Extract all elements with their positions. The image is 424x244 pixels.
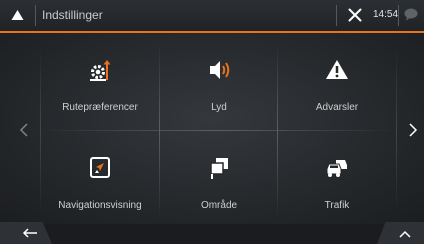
- tile-route-preferences[interactable]: Rutepræferencer: [41, 33, 159, 129]
- chevron-right-icon[interactable]: [401, 118, 424, 142]
- tile-label: Lyd: [211, 102, 227, 113]
- menu-up-button[interactable]: [0, 0, 35, 31]
- grid-divider: [396, 47, 397, 215]
- tile-label: Trafik: [324, 200, 350, 211]
- tile-warnings[interactable]: Advarsler: [278, 33, 396, 129]
- tile-label: Advarsler: [315, 102, 359, 113]
- page-title: Indstillinger: [42, 8, 103, 22]
- arrow-left-icon: [22, 228, 37, 238]
- chevron-left-icon[interactable]: [12, 118, 36, 142]
- tile-region[interactable]: Område: [160, 131, 278, 227]
- tile-label: Område: [200, 200, 238, 211]
- map-view-icon: [90, 157, 110, 178]
- title-divider: [35, 5, 36, 26]
- traffic-icon: [326, 160, 347, 177]
- top-bar: Indstillinger 14:54: [0, 0, 424, 31]
- tile-label: Rutepræferencer: [62, 102, 138, 113]
- satellite-icon: [348, 8, 362, 22]
- bottom-bar: [0, 224, 424, 244]
- status-divider: [336, 5, 337, 26]
- chevron-up-icon: [399, 230, 411, 238]
- warning-icon: [326, 60, 348, 79]
- triangle-up-icon: [11, 10, 24, 20]
- map-region-icon: [210, 158, 228, 179]
- message-icon[interactable]: [404, 8, 418, 21]
- tile-navigation-view[interactable]: Navigationsvisning: [41, 131, 159, 227]
- status-clock: 14:54: [373, 9, 399, 20]
- speaker-icon: [210, 61, 230, 79]
- status-divider-2: [398, 5, 399, 26]
- settings-panel: Rutepræferencer Lyd Advarsler Navigation…: [0, 33, 424, 224]
- tile-traffic[interactable]: Trafik: [278, 131, 396, 227]
- tile-sound[interactable]: Lyd: [160, 33, 278, 129]
- route-preferences-icon: [90, 60, 111, 81]
- tile-label: Navigationsvisning: [58, 200, 142, 211]
